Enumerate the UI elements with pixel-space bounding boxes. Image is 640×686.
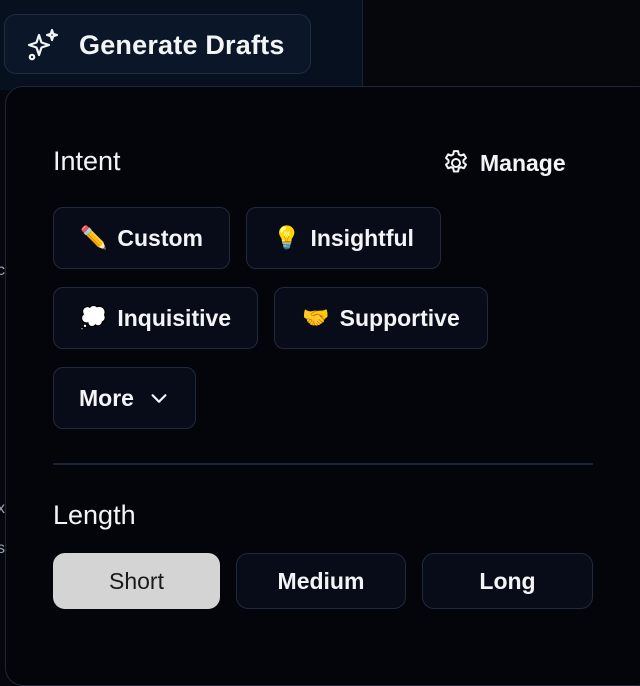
section-divider (53, 463, 593, 465)
length-option-label: Short (109, 567, 164, 594)
generate-drafts-button[interactable]: Generate Drafts (4, 14, 311, 74)
manage-button[interactable]: Manage (441, 147, 566, 179)
intent-chip-inquisitive[interactable]: 💭 Inquisitive (53, 287, 258, 349)
intent-chip-label: Custom (117, 224, 204, 251)
thought-bubble-icon: 💭 (79, 305, 108, 330)
intent-title: Intent (53, 146, 121, 176)
intent-chip-custom[interactable]: ✏️ Custom (53, 207, 230, 269)
intent-chip-insightful[interactable]: 💡 Insightful (246, 207, 441, 269)
intent-chip-label: Supportive (339, 304, 460, 331)
length-option-short[interactable]: Short (53, 553, 220, 609)
more-intents-button[interactable]: More (53, 367, 196, 429)
generate-drafts-label: Generate Drafts (79, 30, 285, 60)
handshake-icon: 🤝 (302, 305, 330, 330)
length-option-long[interactable]: Long (422, 553, 593, 609)
length-option-label: Medium (277, 567, 365, 594)
length-option-label: Long (479, 567, 536, 594)
chevron-down-icon (151, 394, 167, 403)
length-option-medium[interactable]: Medium (236, 553, 406, 609)
lightbulb-icon: 💡 (273, 225, 301, 250)
sparkles-icon (27, 28, 59, 61)
more-label: More (79, 384, 134, 411)
manage-label: Manage (480, 149, 566, 176)
length-title: Length (53, 500, 136, 530)
gear-icon (445, 150, 467, 173)
intent-chip-supportive[interactable]: 🤝 Supportive (274, 287, 488, 349)
intent-chip-label: Insightful (310, 224, 414, 251)
pencil-icon: ✏️ (79, 225, 108, 250)
intent-chip-label: Inquisitive (117, 304, 232, 331)
